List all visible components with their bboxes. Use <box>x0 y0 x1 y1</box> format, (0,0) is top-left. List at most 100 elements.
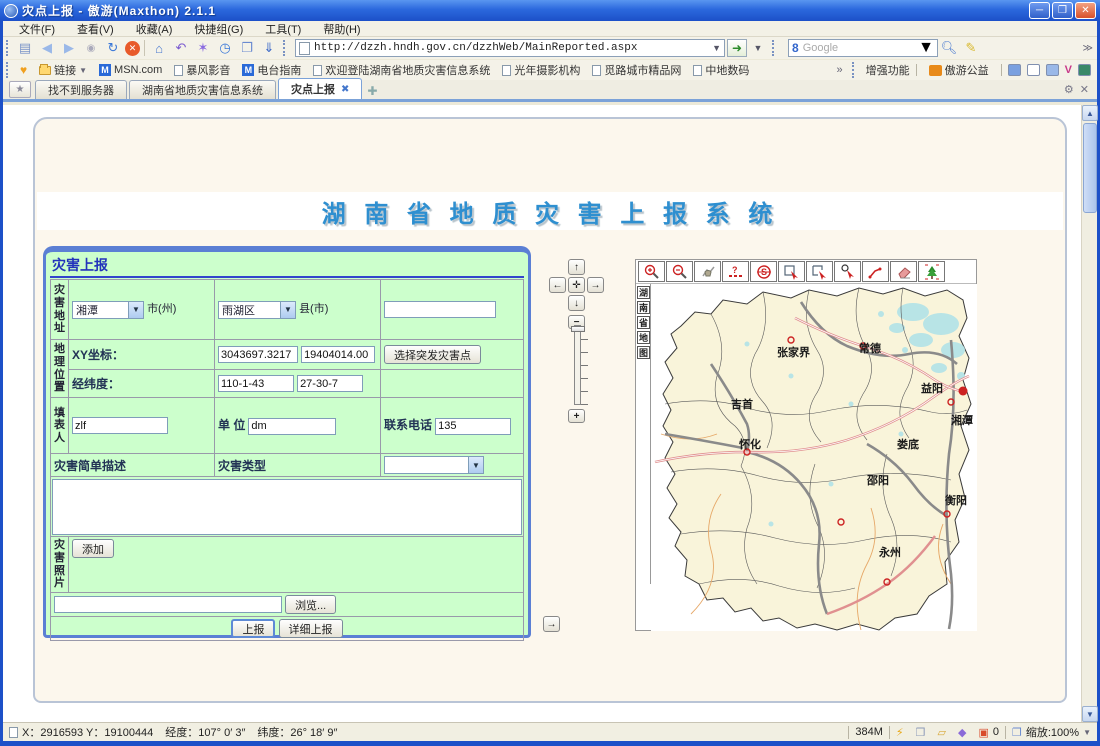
menu-favorites[interactable]: 收藏(A) <box>126 20 183 38</box>
panel-toggle-button[interactable]: → <box>543 616 560 632</box>
zoom-in-icon[interactable] <box>638 261 665 282</box>
search-go-icon[interactable]: 🔍︎ <box>939 39 959 57</box>
pan-hand-icon[interactable] <box>694 261 721 282</box>
feed-icon[interactable]: V <box>1065 64 1072 76</box>
messenger-icon[interactable] <box>1008 64 1021 76</box>
plugins-button[interactable]: 增强功能 <box>866 62 910 78</box>
polyline-measure-icon[interactable] <box>862 261 889 282</box>
capture-icon[interactable]: ❐ <box>237 39 257 57</box>
search-box[interactable]: 8 Google ▼ <box>788 39 938 57</box>
menu-help[interactable]: 帮助(H) <box>313 20 370 38</box>
title-bar[interactable]: 灾点上报 - 傲游(Maxthon) 2.1.1 ─ ❐ ✕ <box>0 0 1100 21</box>
search-dropdown-icon[interactable]: ▼ <box>918 39 934 57</box>
rail-char[interactable]: 地 <box>637 331 650 344</box>
new-page-icon[interactable]: ▤ <box>15 39 35 57</box>
county-select[interactable]: 雨湖区▼ <box>218 301 296 319</box>
address-bar[interactable]: http://dzzh.hndh.gov.cn/dzzhWeb/MainRepo… <box>295 39 725 57</box>
history-dropdown-icon[interactable]: ◉ <box>81 39 101 57</box>
file-path-input[interactable] <box>54 596 282 613</box>
city-select[interactable]: 湘潭▼ <box>72 301 144 319</box>
home-icon[interactable]: ⌂ <box>149 39 169 57</box>
searchbar-grip[interactable] <box>772 40 777 56</box>
eraser-icon[interactable] <box>890 261 917 282</box>
scrollbar-thumb[interactable] <box>1083 123 1097 213</box>
tab-close-icon[interactable]: ✖ <box>341 84 349 95</box>
boost-icon[interactable]: ⚡ <box>890 726 910 739</box>
unit-input[interactable]: dm <box>248 418 336 435</box>
toolbar-grip[interactable] <box>6 40 11 56</box>
pan-up-button[interactable]: ↑ <box>568 259 585 275</box>
charity-button[interactable]: 傲游公益 <box>923 62 995 78</box>
tab-server-not-found[interactable]: 找不到服务器 <box>35 80 127 99</box>
menu-view[interactable]: 查看(V) <box>67 20 124 38</box>
rail-char[interactable]: 省 <box>637 316 650 329</box>
bookmark-item[interactable]: 光年摄影机构 <box>496 62 586 78</box>
scroll-up-icon[interactable]: ▲ <box>1082 105 1098 121</box>
bookmark-msn[interactable]: MMSN.com <box>93 64 168 76</box>
address-input[interactable] <box>384 301 496 318</box>
forward-icon[interactable]: ▶ <box>59 39 79 57</box>
bookmark-item[interactable]: 暴风影音 <box>168 62 236 78</box>
links-folder[interactable]: 链接▼ <box>33 62 93 78</box>
menu-groups[interactable]: 快捷组(G) <box>184 20 253 38</box>
new-tab-icon[interactable]: ✚ <box>364 83 380 99</box>
toolbar-overflow-icon[interactable]: ≫ <box>1083 43 1093 54</box>
url-text[interactable]: http://dzzh.hndh.gov.cn/dzzhWeb/MainRepo… <box>314 42 712 54</box>
scroll-down-icon[interactable]: ▼ <box>1082 706 1098 722</box>
go-dropdown-icon[interactable]: ▼ <box>748 39 768 57</box>
vertical-scrollbar[interactable]: ▲ ▼ <box>1081 105 1097 722</box>
circle-select-icon[interactable] <box>834 261 861 282</box>
bookmarks-grip[interactable] <box>6 62 11 78</box>
minimize-button[interactable]: ─ <box>1029 2 1050 19</box>
hunan-map[interactable]: 张家界 常德 益阳 吉首 湘潭 怀化 娄底 邵阳 衡阳 永州 <box>651 284 977 631</box>
addressbar-grip[interactable] <box>283 40 288 56</box>
close-button[interactable]: ✕ <box>1075 2 1096 19</box>
go-button[interactable]: ➜ <box>727 39 747 57</box>
tab-settings-icon[interactable]: ⚙ <box>1064 83 1074 96</box>
x-coordinate-input[interactable]: 3043697.3217 <box>218 346 298 363</box>
browse-button[interactable]: 浏览... <box>285 595 336 614</box>
filler-input[interactable]: zlf <box>72 417 168 434</box>
bookmark-item[interactable]: 中地数码 <box>687 62 755 78</box>
pan-center-button[interactable]: ✛ <box>568 277 585 293</box>
favorites-heart[interactable]: ♥ <box>14 63 33 77</box>
search-input[interactable]: Google <box>803 42 918 54</box>
rail-char[interactable]: 南 <box>637 301 650 314</box>
highlight-icon[interactable]: ✎ <box>961 39 981 57</box>
pan-right-button[interactable]: → <box>587 277 604 293</box>
select-s-icon[interactable]: S <box>750 261 777 282</box>
zoom-in-step-button[interactable]: + <box>568 409 585 423</box>
y-coordinate-input[interactable]: 19404014.00 <box>301 346 375 363</box>
download-icon[interactable]: ⇓ <box>259 39 279 57</box>
zoom-slider[interactable] <box>574 325 581 405</box>
measure-distance-icon[interactable]: ? <box>722 261 749 282</box>
rail-char[interactable]: 图 <box>637 346 650 359</box>
longitude-input[interactable]: 110-1-43 <box>218 375 294 392</box>
tab-disaster-report[interactable]: 灾点上报✖ <box>278 78 362 99</box>
add-photo-button[interactable]: 添加 <box>72 539 114 558</box>
rect-zoom-select-icon[interactable] <box>778 261 805 282</box>
disaster-type-select[interactable]: ▼ <box>384 456 484 474</box>
description-textarea[interactable] <box>52 479 522 535</box>
tab-bar-close-icon[interactable]: ✕ <box>1080 83 1089 96</box>
restore-button[interactable]: ❐ <box>1052 2 1073 19</box>
tab-disaster-info-system[interactable]: 湖南省地质灾害信息系统 <box>129 80 276 99</box>
undo-icon[interactable]: ↶ <box>171 39 191 57</box>
pick-disaster-point-button[interactable]: 选择突发灾害点 <box>384 345 481 364</box>
menu-tools[interactable]: 工具(T) <box>255 20 311 38</box>
rect-select-icon[interactable] <box>806 261 833 282</box>
popup-blocker[interactable]: ▣0 <box>972 726 1005 739</box>
rail-char[interactable]: 湖 <box>637 286 650 299</box>
bookmarks-overflow-icon[interactable]: » <box>837 64 843 76</box>
zoom-out-icon[interactable] <box>666 261 693 282</box>
folder-icon[interactable]: ▱ <box>932 726 952 739</box>
bookmark-item[interactable]: 欢迎登陆湖南省地质灾害信息系统 <box>307 62 496 78</box>
submit-report-button[interactable]: 上报 <box>231 619 275 638</box>
history-clock-icon[interactable]: ◷ <box>215 39 235 57</box>
bookmark-item[interactable]: 觅路城市精品网 <box>586 62 687 78</box>
eraser-status-icon[interactable]: ◆ <box>952 726 972 739</box>
zoom-slider-thumb[interactable] <box>571 326 585 332</box>
pan-left-button[interactable]: ← <box>549 277 566 293</box>
proxy-icon[interactable]: ❒ <box>910 726 932 739</box>
plugin-grip[interactable] <box>852 62 857 78</box>
